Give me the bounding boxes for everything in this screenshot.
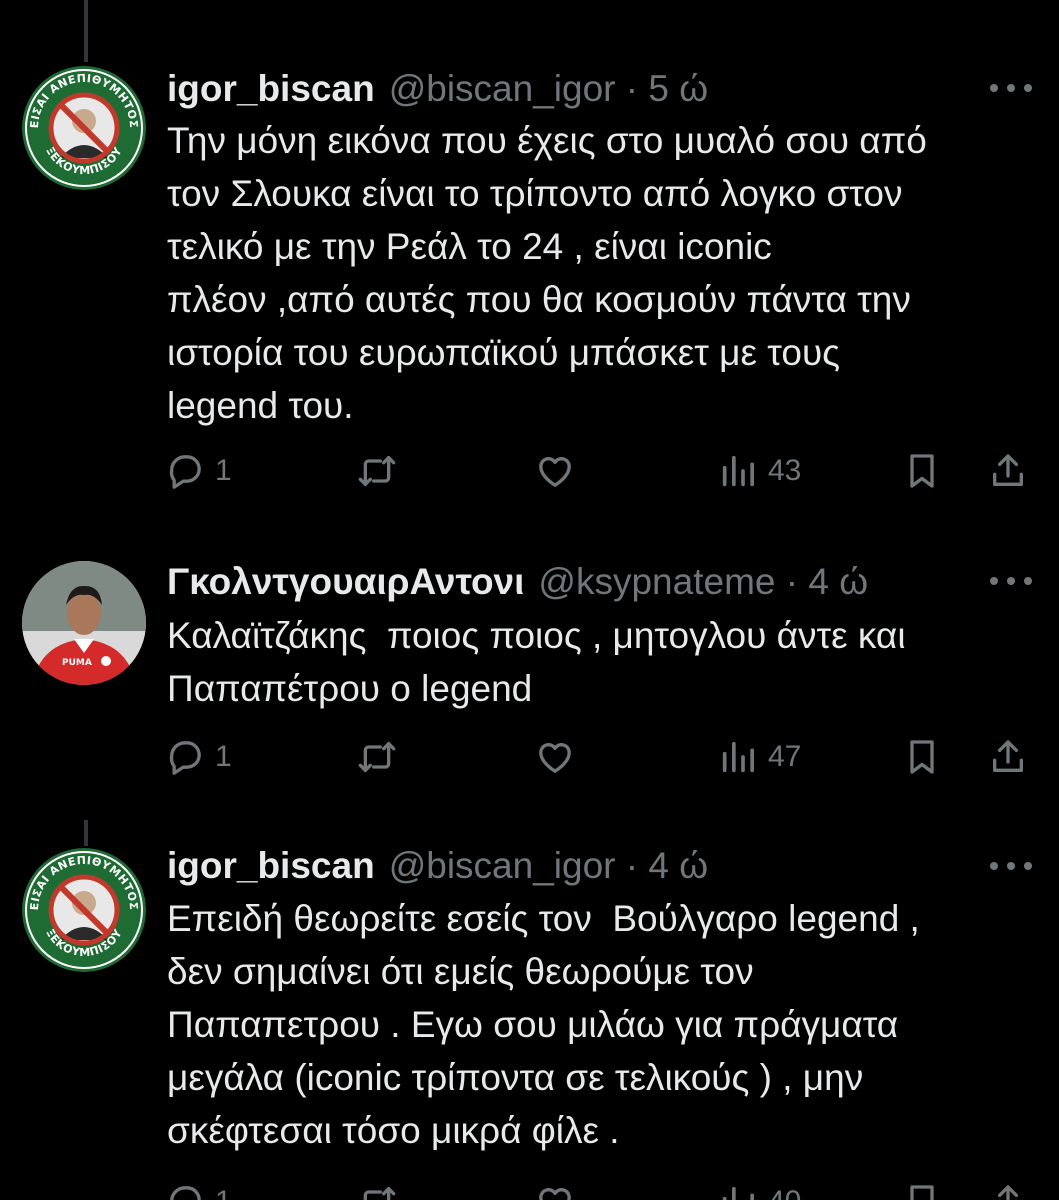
- share-icon: [998, 1185, 1018, 1200]
- bookmark-icon: [910, 1185, 934, 1200]
- share-button[interactable]: [988, 1178, 1028, 1200]
- retweet-button[interactable]: [357, 1178, 397, 1200]
- like-button[interactable]: [535, 1178, 575, 1200]
- more-icon-dot: [1007, 862, 1015, 870]
- handle-and-time[interactable]: @biscan_igor · 4 ώ: [389, 843, 708, 889]
- tweet-actions: 1 40: [160, 1178, 1040, 1200]
- reply-icon: [170, 1186, 201, 1200]
- tweet-header: igor_biscan @biscan_igor · 4 ώ: [167, 843, 969, 889]
- more-button[interactable]: [990, 856, 1032, 876]
- analytics-icon: [722, 1186, 754, 1200]
- tweet[interactable]: ΕΙΣΑΙ ΑΝΕΠΙΘΥΜΗΤΟΣ ΞΕΚΟΥΜΠΙΣΟΥ igor_bisc…: [0, 0, 1059, 1200]
- more-icon-dot: [1024, 862, 1032, 870]
- views-button[interactable]: 40: [718, 1178, 801, 1200]
- bookmark-button[interactable]: [902, 1178, 942, 1200]
- heart-icon: [539, 1188, 571, 1200]
- reply-button[interactable]: 1: [165, 1178, 232, 1200]
- reply-count: 1: [215, 1185, 232, 1200]
- avatar[interactable]: ΕΙΣΑΙ ΑΝΕΠΙΘΥΜΗΤΟΣ ΞΕΚΟΥΜΠΙΣΟΥ: [22, 848, 146, 972]
- retweet-icon: [363, 1187, 396, 1200]
- timeline: ΕΙΣΑΙ ΑΝΕΠΙΘΥΜΗΤΟΣ ΞΕΚΟΥΜΠΙΣΟΥ igor_bisc…: [0, 0, 1059, 1200]
- views-count: 40: [768, 1185, 801, 1200]
- tweet-text: Επειδή θεωρείτε εσείς τον Βούλγαρο legen…: [167, 898, 920, 1151]
- more-icon: [990, 862, 998, 870]
- display-name[interactable]: igor_biscan: [167, 843, 375, 889]
